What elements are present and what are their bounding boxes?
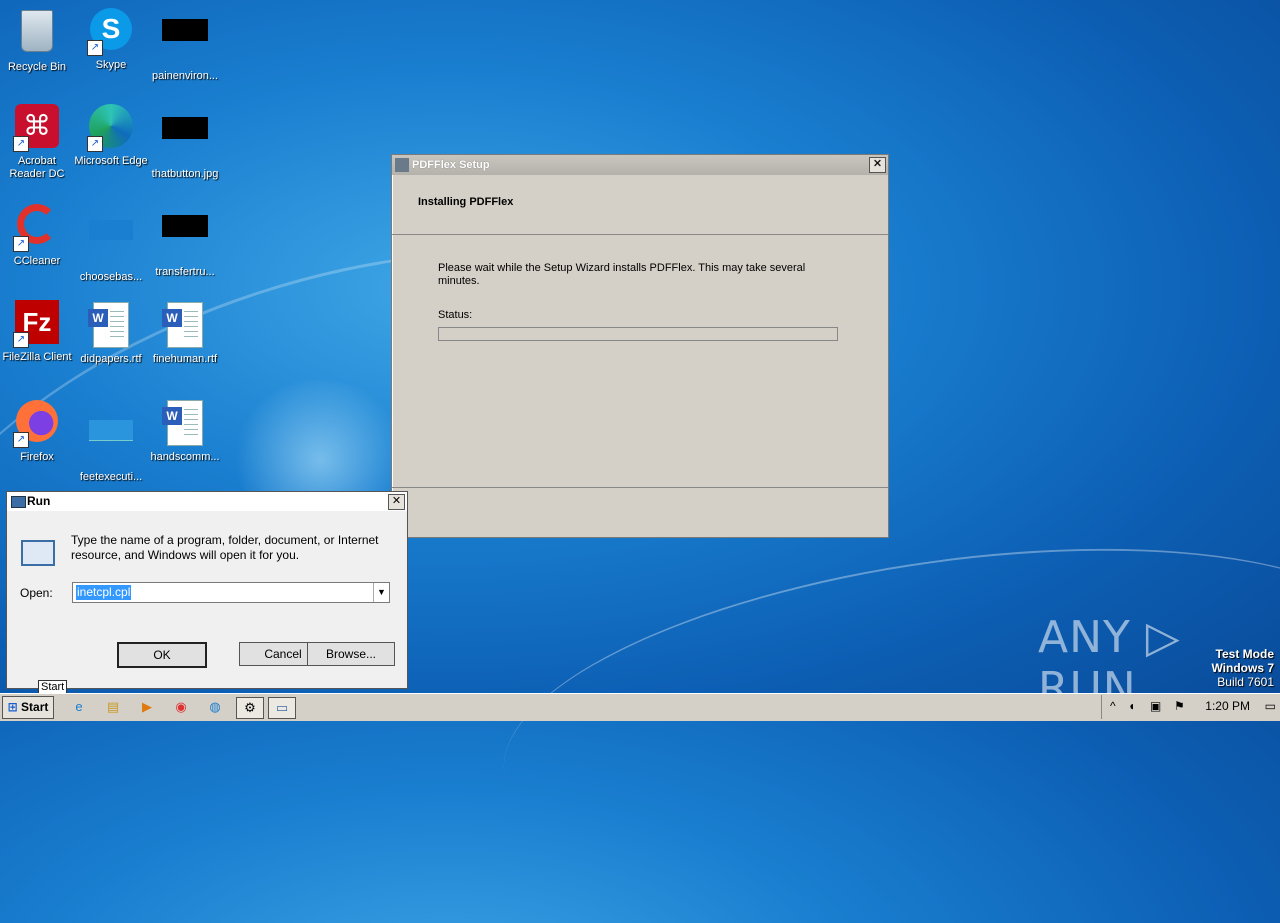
shortcut-arrow-icon: ↗ bbox=[13, 236, 29, 252]
open-input-value[interactable]: inetcpl.cpl bbox=[76, 585, 132, 600]
setup-window: PDFFlex Setup ✕ Installing PDFFlex Pleas… bbox=[391, 154, 889, 538]
desktop-icon-label: Skype bbox=[95, 59, 127, 71]
taskbar-setup-button[interactable]: ⚙ bbox=[236, 697, 264, 719]
chrome-icon[interactable]: ◉ bbox=[170, 697, 192, 717]
desktop-icon-label: FileZilla Client bbox=[2, 351, 72, 363]
desktop-icon-feetexecuti[interactable]: feetexecuti... bbox=[74, 398, 148, 484]
chevron-up-icon[interactable]: ^ bbox=[1110, 699, 1116, 713]
word-document-icon: W bbox=[87, 302, 135, 350]
run-icon bbox=[11, 496, 26, 508]
file-icon bbox=[87, 220, 135, 268]
desktop-icon-recycle-bin[interactable]: Recycle Bin bbox=[0, 6, 74, 74]
clock[interactable]: 1:20 PM bbox=[1205, 699, 1250, 713]
desktop-icon-label: Microsoft Edge bbox=[74, 155, 148, 167]
firefox-icon: ↗ bbox=[13, 400, 61, 448]
desktop-icon-didpapers[interactable]: W didpapers.rtf bbox=[74, 300, 148, 366]
installer-icon bbox=[395, 158, 409, 172]
desktop-icon-label: CCleaner bbox=[13, 255, 61, 267]
desktop-icon-label: thatbutton.jpg bbox=[151, 168, 219, 180]
chevron-down-icon[interactable]: ▼ bbox=[373, 583, 389, 602]
desktop-icon-label: feetexecuti... bbox=[79, 471, 143, 483]
shortcut-arrow-icon: ↗ bbox=[13, 136, 29, 152]
divider bbox=[392, 487, 888, 488]
status-label: Status: bbox=[438, 309, 473, 321]
open-label: Open: bbox=[20, 586, 53, 600]
close-button[interactable]: ✕ bbox=[869, 157, 886, 173]
run-dialog: Run ✕ Type the name of a program, folder… bbox=[6, 491, 408, 689]
shortcut-arrow-icon: ↗ bbox=[13, 432, 29, 448]
run-description: Type the name of a program, folder, docu… bbox=[71, 533, 379, 562]
test-mode-line: Test Mode bbox=[1215, 647, 1274, 661]
build-line: Build 7601 bbox=[1217, 675, 1274, 689]
file-thumbnail-icon bbox=[161, 215, 209, 263]
image-thumbnail-icon bbox=[161, 117, 209, 165]
show-desktop-icon[interactable]: ▭ bbox=[1265, 699, 1276, 713]
desktop-icon-filezilla[interactable]: Fz ↗ FileZilla Client bbox=[0, 300, 74, 364]
recycle-bin-icon bbox=[13, 10, 61, 58]
filezilla-icon: Fz ↗ bbox=[13, 300, 61, 348]
desktop-icon-skype[interactable]: S ↗ Skype bbox=[74, 6, 148, 72]
volume-icon[interactable]: ◖ bbox=[1128, 699, 1135, 713]
open-input[interactable]: inetcpl.cpl ▼ bbox=[72, 582, 390, 603]
desktop-icon-thatbutton[interactable]: thatbutton.jpg bbox=[148, 104, 222, 181]
desktop-icon-label: choosebas... bbox=[79, 271, 143, 283]
browse-button[interactable]: Browse... bbox=[307, 642, 395, 666]
desktop-icon-edge[interactable]: ↗ Microsoft Edge bbox=[74, 104, 148, 168]
shortcut-arrow-icon: ↗ bbox=[87, 40, 103, 56]
network-icon[interactable]: ▣ bbox=[1150, 699, 1161, 713]
flag-icon[interactable]: ⚑ bbox=[1174, 699, 1185, 713]
desktop-icon-ccleaner[interactable]: ↗ CCleaner bbox=[0, 202, 74, 268]
run-titlebar[interactable]: Run ✕ bbox=[7, 492, 407, 511]
run-title: Run bbox=[27, 494, 51, 508]
ok-button[interactable]: OK bbox=[117, 642, 207, 668]
close-button[interactable]: ✕ bbox=[388, 494, 405, 510]
start-label: Start bbox=[21, 700, 49, 714]
file-thumbnail-icon bbox=[161, 19, 209, 67]
test-mode-text: Test Mode Windows 7 Build 7601 bbox=[1211, 647, 1274, 689]
windows-logo-icon: ⊞ bbox=[7, 700, 18, 714]
desktop-icon-label: Acrobat Reader DC bbox=[9, 155, 65, 180]
ccleaner-icon: ↗ bbox=[13, 204, 61, 252]
desktop-icon-label: didpapers.rtf bbox=[80, 353, 142, 365]
acrobat-icon: ⌘ ↗ bbox=[13, 104, 61, 152]
file-explorer-icon[interactable]: ▤ bbox=[102, 697, 124, 717]
desktop-icon-label: finehuman.rtf bbox=[152, 353, 218, 365]
desktop-icon-handscomm[interactable]: W handscomm... bbox=[148, 398, 222, 464]
desktop-icon-finehuman[interactable]: W finehuman.rtf bbox=[148, 300, 222, 366]
setup-heading: Installing PDFFlex bbox=[418, 196, 514, 208]
install-progress-bar bbox=[438, 327, 838, 341]
run-program-icon bbox=[21, 540, 55, 566]
setup-title: PDFFlex Setup bbox=[412, 159, 490, 171]
desktop-icon-label: transfertru... bbox=[155, 266, 215, 278]
shortcut-arrow-icon: ↗ bbox=[13, 332, 29, 348]
taskbar: ⊞ Start e ▤ ▶ ◉ ◍ ⚙ ▭ ^ ◖ ▣ ⚑ 1:20 PM ▭ bbox=[0, 693, 1280, 721]
setup-titlebar[interactable]: PDFFlex Setup ✕ bbox=[392, 155, 888, 175]
desktop-icon-label: Recycle Bin bbox=[7, 61, 67, 73]
media-player-icon[interactable]: ▶ bbox=[136, 697, 158, 717]
file-icon bbox=[87, 420, 135, 468]
edge-icon[interactable]: ◍ bbox=[204, 697, 226, 717]
windows-version-line: Windows 7 bbox=[1211, 661, 1274, 675]
desktop-icon-transfertru[interactable]: transfertru... bbox=[148, 202, 222, 279]
desktop-icon-firefox[interactable]: ↗ Firefox bbox=[0, 398, 74, 464]
desktop-icon-label: painenviron... bbox=[151, 70, 219, 82]
taskbar-run-button[interactable]: ▭ bbox=[268, 697, 296, 719]
system-tray: ^ ◖ ▣ ⚑ 1:20 PM ▭ bbox=[1101, 695, 1280, 719]
internet-explorer-icon[interactable]: e bbox=[68, 697, 90, 717]
start-button[interactable]: ⊞ Start bbox=[2, 696, 54, 719]
setup-header: Installing PDFFlex bbox=[392, 176, 888, 235]
word-document-icon: W bbox=[161, 302, 209, 350]
desktop-icon-label: handscomm... bbox=[150, 451, 220, 463]
edge-icon: ↗ bbox=[87, 104, 135, 152]
desktop-icon-label: Firefox bbox=[20, 451, 54, 463]
setup-message: Please wait while the Setup Wizard insta… bbox=[438, 262, 806, 287]
desktop-icon-acrobat[interactable]: ⌘ ↗ Acrobat Reader DC bbox=[0, 104, 74, 181]
shortcut-arrow-icon: ↗ bbox=[87, 136, 103, 152]
word-document-icon: W bbox=[161, 400, 209, 448]
desktop-icon-choosebas[interactable]: choosebas... bbox=[74, 202, 148, 284]
skype-icon: S ↗ bbox=[87, 8, 135, 56]
desktop-icon-painenviron[interactable]: painenviron... bbox=[148, 6, 222, 83]
